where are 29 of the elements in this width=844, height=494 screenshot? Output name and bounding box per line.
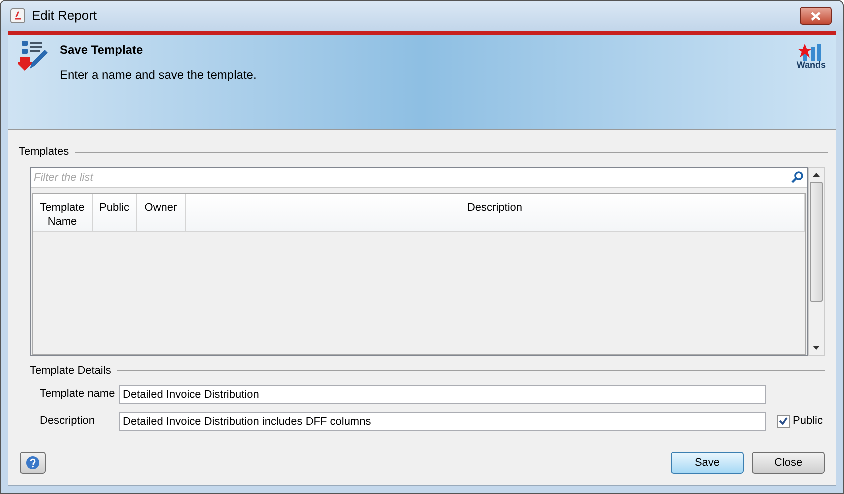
logo-text: Wands: [796, 61, 826, 70]
header-subtitle: Enter a name and save the template.: [60, 67, 257, 84]
search-icon[interactable]: [791, 170, 804, 184]
dialog-button[interactable]: Close: [752, 452, 825, 474]
section-label: Templates: [19, 145, 70, 160]
column-header[interactable]: Description: [186, 194, 805, 230]
help-icon: [26, 456, 40, 470]
field-label: Template name: [40, 387, 116, 402]
column-header[interactable]: Public: [93, 194, 137, 230]
app-icon: [10, 8, 26, 24]
header-title: Save Template: [60, 42, 144, 59]
scrollbar[interactable]: [808, 166, 825, 356]
field-label: Description: [40, 414, 96, 430]
section-label: Template Details: [30, 364, 112, 378]
window-title: Edit Report: [32, 7, 98, 26]
column-header[interactable]: Template Name: [33, 194, 93, 230]
checkbox-label: Public: [793, 414, 823, 430]
scroll-thumb[interactable]: [810, 182, 823, 302]
template-name-field[interactable]: Detailed Invoice Distribution: [119, 385, 766, 404]
public-checkbox[interactable]: [777, 415, 790, 428]
dialog-button[interactable]: Save: [671, 452, 744, 474]
column-header[interactable]: Owner: [137, 194, 186, 230]
close-button[interactable]: [800, 7, 832, 25]
check-icon: [779, 417, 788, 426]
template-edit-icon: [18, 40, 48, 72]
filter-field[interactable]: Filter the list: [31, 168, 807, 188]
description-field[interactable]: Detailed Invoice Distribution includes DFF columns: [119, 412, 766, 431]
help-button[interactable]: [20, 452, 46, 474]
close-icon: [811, 12, 821, 20]
